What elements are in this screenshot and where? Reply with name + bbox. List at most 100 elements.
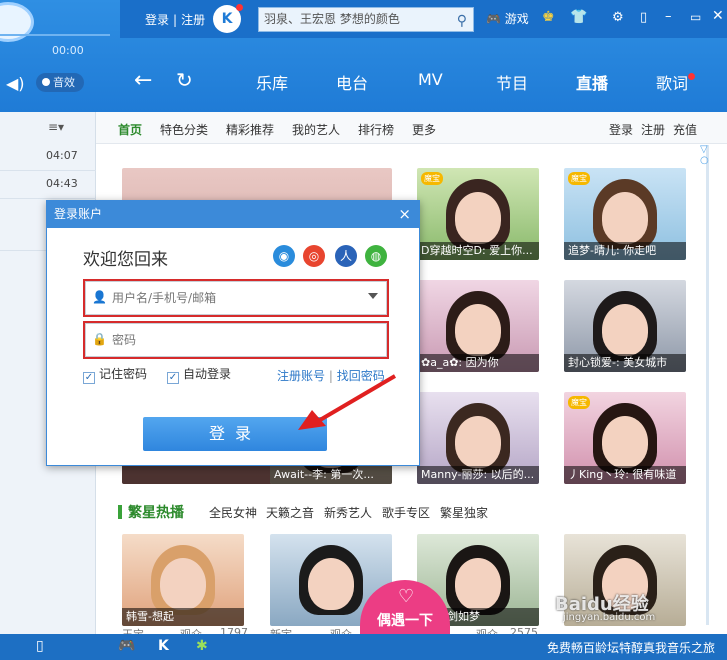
search-icon[interactable]: ⚲ xyxy=(457,10,467,33)
subnav-rankings[interactable]: 排行榜 xyxy=(358,121,394,138)
divider xyxy=(0,198,96,199)
register-link[interactable]: 注册 xyxy=(181,13,205,27)
track-time: 04:07 xyxy=(46,149,78,162)
qq-icon[interactable]: ◉ xyxy=(273,245,295,267)
hot-link[interactable]: 繁星独家 xyxy=(440,504,488,521)
password-input[interactable] xyxy=(112,330,352,350)
login-link[interactable]: 登录 xyxy=(145,13,169,27)
remember-password-checkbox[interactable]: ✓ 记住密码 xyxy=(83,365,147,384)
nav-music-library[interactable]: 乐库 xyxy=(256,70,288,94)
section-marker xyxy=(118,505,122,519)
nav-mv[interactable]: MV xyxy=(418,70,443,89)
card-caption: 追梦-晴儿: 你走吧 xyxy=(564,242,686,260)
mobile-icon[interactable]: ▯ xyxy=(640,10,647,25)
kugou-k-icon[interactable]: K xyxy=(158,638,169,654)
close-icon[interactable]: × xyxy=(398,201,411,228)
gift-icon[interactable]: ♚ xyxy=(542,9,555,25)
renren-icon[interactable]: 人 xyxy=(335,245,357,267)
weibo-icon[interactable]: ◎ xyxy=(303,245,325,267)
play-time: 00:00 xyxy=(52,44,84,57)
auto-login-label: 自动登录 xyxy=(183,367,232,381)
hot-card[interactable]: 韩雪-想起 xyxy=(122,534,244,626)
hot-section-header: 繁星热播 全民女神 天籁之音 新秀艺人 歌手专区 繁星独家 xyxy=(118,502,718,522)
game-label: 游戏 xyxy=(504,12,529,26)
subnav-more[interactable]: 更多 xyxy=(412,121,436,138)
card-caption: 封心锁爱-: 美女城市 xyxy=(564,354,686,372)
wechat-icon[interactable]: ◍ xyxy=(365,245,387,267)
card-caption: ✿a_a✿: 因为你 xyxy=(417,354,539,372)
subnav-recommend[interactable]: 精彩推荐 xyxy=(226,121,274,138)
hot-link[interactable]: 歌手专区 xyxy=(382,504,430,521)
hot-link[interactable]: 天籁之音 xyxy=(266,504,314,521)
hot-section-title: 繁星热播 xyxy=(128,505,184,521)
game-button[interactable]: 🎮 游戏 xyxy=(486,10,529,27)
auto-login-checkbox[interactable]: ✓ 自动登录 xyxy=(167,365,231,384)
app-logo[interactable] xyxy=(0,2,34,42)
nav-programs[interactable]: 节目 xyxy=(496,70,528,94)
lock-icon: 🔒 xyxy=(92,332,107,346)
streamer-face xyxy=(455,303,501,356)
lyrics-notify-dot-icon xyxy=(688,73,695,80)
card-caption: D穿越时空D: 爱上你... xyxy=(417,242,539,260)
nav-live[interactable]: 直播 xyxy=(576,70,608,94)
checkmark-icon: ✓ xyxy=(167,372,179,384)
search-input[interactable]: 羽泉、王宏恩 梦想的颜色 ⚲ xyxy=(258,7,474,32)
volume-icon[interactable]: ◀) xyxy=(6,74,25,93)
streamer-face xyxy=(602,415,648,468)
progress-bar[interactable] xyxy=(0,34,110,36)
status-badge: 魔宝 xyxy=(568,172,590,185)
gear-icon[interactable]: ⚙ xyxy=(612,10,624,25)
hot-link[interactable]: 新秀艺人 xyxy=(324,504,372,521)
phone-icon[interactable]: ▯ xyxy=(36,638,44,654)
sound-effect-toggle[interactable]: 音效 xyxy=(36,73,84,92)
nav-radio[interactable]: 电台 xyxy=(336,70,368,94)
kugou-k-icon[interactable]: K xyxy=(213,4,243,33)
live-subnav: 首页 特色分类 精彩推荐 我的艺人 排行榜 更多 登录 注册 充值 xyxy=(96,112,727,144)
restore-icon[interactable]: ▭ xyxy=(690,10,701,24)
plugin-icon[interactable]: ✱ xyxy=(196,638,208,654)
streamer-face xyxy=(602,303,648,356)
gamepad-icon[interactable]: 🎮 xyxy=(118,638,135,654)
status-badge: 魔宝 xyxy=(421,172,443,185)
streamer-face xyxy=(455,415,501,468)
welcome-text: 欢迎您回来 xyxy=(83,250,168,270)
subnav-home[interactable]: 首页 xyxy=(118,121,142,138)
divider xyxy=(0,170,96,171)
k-letter: K xyxy=(221,11,233,27)
scrollbar-handle[interactable]: ▽ ○ xyxy=(700,144,712,166)
username-input[interactable] xyxy=(112,288,352,308)
card-caption: 丿King丶玲: 很有味道 xyxy=(564,466,686,484)
minimize-icon[interactable]: – xyxy=(665,9,672,24)
live-card[interactable]: 封心锁爱-: 美女城市 xyxy=(564,280,686,372)
gamepad-icon: 🎮 xyxy=(486,12,501,26)
hot-link[interactable]: 全民女神 xyxy=(209,504,257,521)
live-card[interactable]: ✿a_a✿: 因为你 xyxy=(417,280,539,372)
live-card[interactable]: 魔宝 丿King丶玲: 很有味道 xyxy=(564,392,686,484)
watermark-url: jingyan.baidu.com xyxy=(563,612,656,623)
card-caption: 韩雪-想起 xyxy=(122,608,244,626)
list-menu-icon[interactable]: ≡▾ xyxy=(48,120,64,134)
arrow-shaft xyxy=(318,374,397,422)
search-text: 羽泉、王宏恩 梦想的颜色 xyxy=(264,12,400,26)
bottom-ad[interactable]: 免费畅百龄坛特醇真我音乐之旅 xyxy=(547,639,715,656)
subnav-categories[interactable]: 特色分类 xyxy=(160,121,208,138)
chevron-down-icon[interactable] xyxy=(368,293,378,299)
username-field[interactable]: 👤 xyxy=(83,279,389,317)
back-arrow-icon[interactable]: ← xyxy=(134,68,152,93)
refresh-icon[interactable]: ↻ xyxy=(176,68,193,92)
password-field[interactable]: 🔒 xyxy=(83,321,389,359)
bottom-bar: ▯ 🎮 K ✱ 免费畅百龄坛特醇真我音乐之旅 xyxy=(0,634,727,660)
skin-icon[interactable]: 👕 xyxy=(570,9,587,25)
subnav-login[interactable]: 登录 xyxy=(609,121,633,138)
card-caption: Await--李: 第一次... xyxy=(270,466,392,484)
nav-lyrics[interactable]: 歌词 xyxy=(656,70,688,94)
subnav-register[interactable]: 注册 xyxy=(641,121,665,138)
live-card[interactable]: 魔宝 追梦-晴儿: 你走吧 xyxy=(564,168,686,260)
close-icon[interactable]: ✕ xyxy=(712,8,724,24)
live-card[interactable]: Manny-丽莎: 以后的... xyxy=(417,392,539,484)
streamer-face xyxy=(455,191,501,244)
live-card[interactable]: 魔宝 D穿越时空D: 爱上你... xyxy=(417,168,539,260)
scrollbar-track[interactable] xyxy=(706,145,709,625)
subnav-my-artists[interactable]: 我的艺人 xyxy=(292,121,340,138)
subnav-recharge[interactable]: 充值 xyxy=(673,121,697,138)
